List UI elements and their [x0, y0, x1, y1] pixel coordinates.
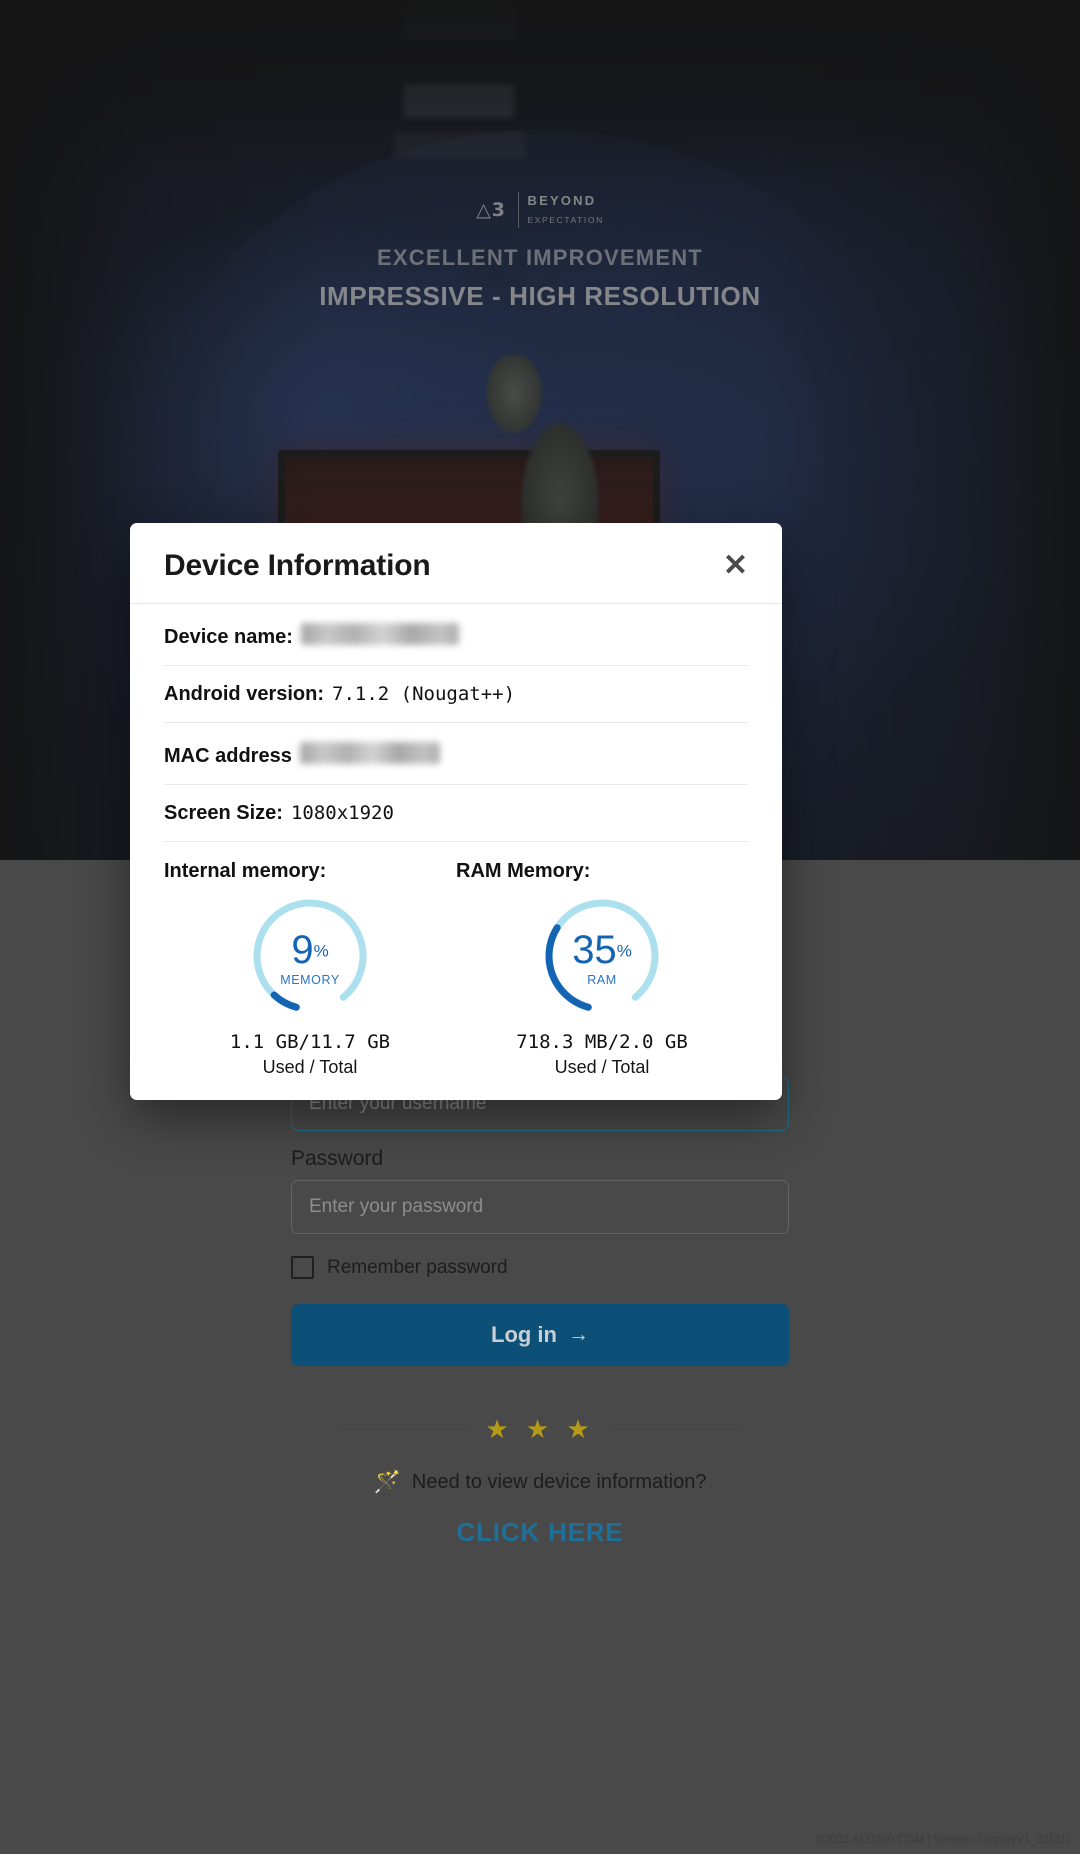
password-input[interactable]: [291, 1180, 789, 1234]
ram-memory-usage-sub: Used / Total: [554, 1057, 650, 1077]
memory-section: Internal memory: 9% MEMORY 1.1 GB/11.7 G…: [164, 842, 748, 1078]
modal-header: Device Information ✕: [130, 523, 782, 604]
magic-wand-icon: 🪄: [373, 1469, 401, 1494]
info-row-screen-size: Screen Size: 1080x1920: [164, 785, 748, 842]
info-row-device-name: Device name:: [164, 604, 748, 666]
info-row-android-version: Android version: 7.1.2 (Nougat++): [164, 666, 748, 723]
info-row-mac-address: MAC address: [164, 723, 748, 785]
info-label-device-name: Device name:: [164, 626, 293, 648]
ram-memory-gauge: 35% RAM: [539, 893, 665, 1019]
info-label-mac-address: MAC address: [164, 745, 292, 767]
ram-memory-caption: RAM: [587, 973, 617, 987]
stars-icon: ★ ★ ★: [485, 1414, 595, 1444]
app-root: △3 BEYOND EXPECTATION EXCELLENT IMPROVEM…: [0, 0, 1080, 1854]
ram-memory-title: RAM Memory:: [456, 860, 591, 882]
close-icon[interactable]: ✕: [719, 549, 752, 583]
internal-memory-percent-block: 9%: [291, 928, 329, 972]
login-button[interactable]: Log in →: [291, 1304, 789, 1366]
footer-copyright: ©2021 ALO360.COM | Version: DisplayV1_31…: [815, 1834, 1070, 1846]
device-info-hint-text: Need to view device information?: [411, 1470, 707, 1493]
remember-password-label: Remember password: [327, 1256, 508, 1278]
ram-memory-column: RAM Memory: 35% RAM 718.3 MB/2.0 GB Used…: [456, 860, 748, 1078]
internal-memory-usage: 1.1 GB/11.7 GB: [229, 1031, 391, 1053]
internal-memory-column: Internal memory: 9% MEMORY 1.1 GB/11.7 G…: [164, 860, 456, 1078]
device-information-modal: Device Information ✕ Device name: Androi…: [130, 523, 782, 1100]
internal-memory-gauge: 9% MEMORY: [247, 893, 373, 1019]
password-field-group: Password: [291, 1147, 789, 1234]
login-button-label: Log in: [491, 1322, 557, 1347]
internal-memory-gauge-wrap: 9% MEMORY 1.1 GB/11.7 GB Used / Total: [164, 893, 456, 1078]
modal-body: Device name: Android version: 7.1.2 (Nou…: [130, 604, 782, 1100]
internal-memory-gauge-center: 9% MEMORY: [247, 893, 373, 1019]
info-value-android-version: 7.1.2 (Nougat++): [332, 683, 516, 705]
info-label-android-version: Android version:: [164, 683, 325, 705]
info-label-screen-size: Screen Size:: [164, 802, 283, 824]
internal-memory-title: Internal memory:: [164, 860, 327, 882]
redacted-device-name-value: [300, 623, 459, 645]
internal-memory-caption: MEMORY: [280, 973, 340, 987]
internal-memory-percent-symbol: %: [313, 941, 329, 961]
login-form: Username Password Remember password Log …: [0, 1040, 1080, 1548]
info-value-screen-size: 1080x1920: [290, 802, 394, 824]
ram-memory-usage: 718.3 MB/2.0 GB: [516, 1031, 688, 1053]
ram-memory-percent-block: 35%: [572, 928, 632, 972]
ram-memory-gauge-center: 35% RAM: [539, 893, 665, 1019]
arrow-right-icon: →: [567, 1323, 589, 1346]
password-label: Password: [291, 1147, 384, 1170]
star-separator: ★ ★ ★: [340, 1416, 740, 1442]
modal-title: Device Information: [164, 549, 431, 582]
internal-memory-usage-sub: Used / Total: [262, 1057, 358, 1077]
separator-line-left: [340, 1428, 472, 1430]
separator-line-right: [608, 1428, 740, 1430]
remember-password-checkbox[interactable]: [291, 1256, 314, 1279]
ram-memory-percent: 35: [572, 928, 617, 972]
device-info-hint: 🪄 Need to view device information?: [373, 1469, 706, 1495]
redacted-mac-address-value: [299, 742, 440, 764]
ram-memory-gauge-wrap: 35% RAM 718.3 MB/2.0 GB Used / Total: [456, 893, 748, 1078]
ram-memory-percent-symbol: %: [616, 941, 632, 961]
click-here-link[interactable]: CLICK HERE: [457, 1517, 624, 1548]
remember-password-row[interactable]: Remember password: [291, 1256, 789, 1279]
internal-memory-percent: 9: [291, 928, 314, 972]
